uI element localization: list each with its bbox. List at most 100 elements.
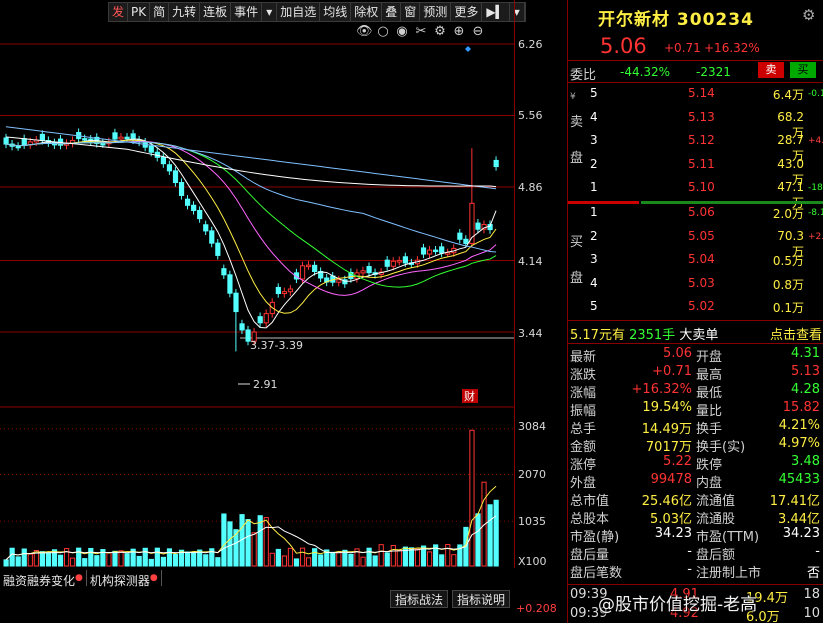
stat-row: 市盈(静) 34.23 市盈(TTM) 34.23 (570, 526, 822, 545)
buy-button[interactable]: 买 (790, 62, 816, 78)
ask-row[interactable]: 2 5.11 43.0万 (590, 156, 822, 187)
big-order-row: 5.17元有 2351手 大卖单 点击查看 (570, 324, 822, 343)
indicator-tactics-button[interactable]: 指标战法 (390, 590, 449, 608)
stat-key: 内盘 (696, 476, 723, 491)
candle-body (118, 136, 124, 140)
level-price: 5.11 (688, 156, 715, 171)
volume-bar (306, 557, 312, 567)
candle-body (3, 137, 9, 145)
level-price: 5.02 (688, 299, 715, 313)
price-change: +0.71 (664, 41, 701, 55)
stat-row: 涨跌 +0.71 最高 5.13 (570, 364, 822, 383)
volume-bar (312, 548, 318, 567)
volume-bar (263, 517, 269, 567)
candle-body (148, 145, 154, 153)
candle-body (100, 142, 106, 146)
stat-value: 5.06 (663, 346, 692, 361)
volume-bar (384, 552, 390, 567)
volume-bar (348, 553, 354, 567)
candle-body (215, 242, 221, 256)
volume-bar (366, 547, 372, 567)
ask-row[interactable]: 15.1047.1万-18.9 (590, 180, 823, 210)
bid-row[interactable]: 25.0570.3万+2.6 (590, 229, 823, 259)
candle-body (402, 256, 408, 264)
sell-side-label: 盘 (570, 151, 584, 166)
weibi-pct: -44.32% (620, 65, 671, 79)
volume-bar (378, 544, 384, 567)
volume-bar (330, 551, 336, 567)
stat-value: 34.23 (782, 526, 820, 541)
stat-key: 换手(实) (696, 440, 746, 455)
volume-bar (408, 547, 415, 567)
stock-title: 开尔新材 300234 (598, 10, 754, 30)
ask-row[interactable]: 4 5.13 68.2万 (590, 110, 822, 140)
volume-bar (76, 547, 82, 567)
divider (568, 584, 823, 585)
stat-value: 5.13 (791, 364, 820, 379)
stat-value: 5.03亿 (650, 512, 692, 527)
volume-bar (106, 552, 112, 567)
ask-row[interactable]: 35.1228.7万+4.1 (590, 133, 823, 163)
candle-body (433, 249, 439, 253)
ma60-line (5, 141, 497, 253)
stat-value: 否 (806, 566, 820, 581)
level-price: 5.14 (688, 86, 715, 100)
volume-axis-label: 3084 (518, 420, 546, 433)
stat-key: 开盘 (696, 350, 723, 365)
weibi-diff: -2321 (696, 65, 731, 79)
volume-bar (318, 554, 324, 567)
volume-bar (191, 551, 197, 567)
candle-body (396, 260, 402, 263)
stat-value: 34.23 (654, 526, 692, 541)
candle-body (178, 182, 185, 196)
current-price: 5.06 (600, 34, 647, 58)
indicator-help-button[interactable]: 指标说明 (452, 590, 511, 608)
candle-body (197, 209, 203, 220)
volume-bar (9, 547, 15, 567)
candle-body (185, 198, 191, 206)
gear-icon[interactable]: ⚙ (802, 6, 815, 24)
bid-row[interactable]: 5 5.02 0.1万 (590, 299, 822, 322)
bid-row[interactable]: 1 5.06 2.0万 -8.1 (590, 205, 823, 228)
stat-value: 4.97% (778, 436, 820, 451)
volume-axis-label: 1035 (518, 515, 546, 528)
bid-row[interactable]: 3 5.04 0.5万 (590, 252, 822, 275)
price-axis-label: 6.26 (518, 38, 543, 51)
stat-row: 外盘 99478 内盘 45433 (570, 472, 822, 491)
sell-button[interactable]: 卖 (758, 62, 784, 78)
level-delta: -8.1 (808, 208, 823, 218)
view-detail-link[interactable]: 点击查看 (770, 324, 822, 343)
ask-row[interactable]: 5 5.14 6.4万 -0.1 (590, 86, 823, 109)
volume-bar (281, 555, 287, 567)
stat-value: 14.49万 (641, 422, 692, 437)
tab-institution-detector[interactable]: 机构探测器● (87, 570, 162, 588)
stat-key: 盘后额 (696, 548, 736, 563)
big-order-label: 大卖单 (679, 328, 719, 343)
stat-row: 最新 5.06 开盘 4.31 (570, 346, 822, 365)
level-price: 5.12 (688, 133, 715, 147)
stat-value: - (687, 562, 692, 577)
bid-row[interactable]: 4 5.03 0.8万 (590, 276, 822, 299)
volume-bar (414, 548, 421, 567)
stat-key: 涨停 (570, 458, 597, 473)
weibi-label: 委比 (570, 68, 597, 83)
volume-bar (118, 550, 124, 567)
stat-row: 振幅 19.54% 量比 15.82 (570, 400, 822, 419)
candle-body (390, 260, 396, 267)
candle-body (257, 316, 263, 324)
indicator-tabs: 融资融券变化● 机构探测器● (0, 570, 566, 588)
volume-bar (427, 551, 433, 567)
volume-bar (45, 552, 52, 567)
volume-bar (166, 548, 173, 567)
divider (568, 320, 823, 321)
volume-chart[interactable] (0, 408, 515, 568)
candle-body (287, 288, 294, 293)
price-change-pct: +16.32% (704, 41, 760, 55)
candle-body (239, 323, 245, 331)
kline-chart[interactable]: 3.37-3.39 2.91 财 (0, 0, 515, 408)
tab-margin-trading[interactable]: 融资融券变化● (0, 570, 87, 588)
candle-body (82, 138, 88, 141)
candle-body (366, 266, 372, 274)
candle-body (493, 159, 499, 168)
level-delta: -18.9 (808, 183, 823, 193)
